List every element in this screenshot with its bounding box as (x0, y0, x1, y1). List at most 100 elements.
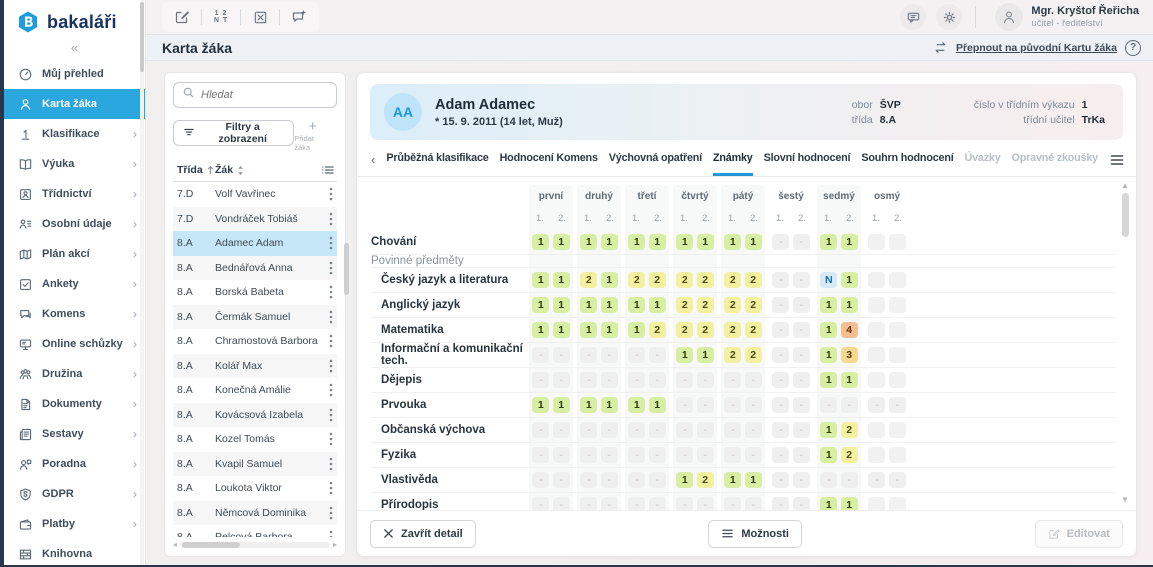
sidebar-item-sestavy[interactable]: Sestavy › (4, 419, 145, 449)
grade-cell[interactable]: - (676, 422, 694, 438)
grade-cell[interactable]: 2 (580, 272, 598, 288)
grade-cell[interactable]: - (792, 422, 810, 438)
grade-cell[interactable]: 2 (744, 297, 762, 313)
grade-cell[interactable]: - (532, 372, 550, 388)
grade-cell[interactable]: - (696, 497, 714, 510)
grade-cell[interactable] (868, 322, 886, 338)
sidebar-item-pl-n-akc-[interactable]: Plán akcí › (4, 239, 145, 269)
grade-cell[interactable]: 1 (840, 497, 858, 510)
grades-entry-icon[interactable]: 1 2N T (207, 5, 235, 29)
scroll-left-icon[interactable]: ◂ (173, 541, 177, 549)
student-row[interactable]: 7.D Volf Vavřinec (173, 182, 337, 207)
grade-cell[interactable]: 1 (600, 234, 618, 250)
grade-cell[interactable]: 1 (820, 297, 838, 313)
grade-cell[interactable]: - (676, 372, 694, 388)
search-input[interactable] (201, 89, 328, 101)
student-row[interactable]: 8.A Loukota Viktor (173, 476, 337, 501)
grade-cell[interactable]: 4 (840, 322, 858, 338)
sidebar-item-ankety[interactable]: Ankety › (4, 269, 145, 299)
grade-cell[interactable]: - (580, 422, 598, 438)
sidebar-item-platby[interactable]: Platby › (4, 509, 145, 539)
grade-cell[interactable]: - (724, 497, 742, 510)
grade-cell[interactable]: - (792, 372, 810, 388)
absence-icon[interactable] (246, 5, 274, 29)
grade-cell[interactable]: - (552, 447, 570, 463)
grade-cell[interactable]: - (868, 397, 886, 413)
grade-cell[interactable] (888, 372, 906, 388)
grade-cell[interactable]: - (628, 472, 646, 488)
grade-cell[interactable]: 2 (696, 472, 714, 488)
grade-cell[interactable]: 2 (676, 322, 694, 338)
sidebar-item-v-uka[interactable]: Výuka › (4, 149, 145, 179)
grade-cell[interactable]: - (840, 472, 858, 488)
grade-cell[interactable]: - (744, 497, 762, 510)
grade-cell[interactable]: - (696, 372, 714, 388)
grade-cell[interactable]: 1 (532, 272, 550, 288)
student-row[interactable]: 8.A Borská Babeta (173, 280, 337, 305)
grade-cell[interactable]: - (648, 372, 666, 388)
grade-cell[interactable]: 2 (724, 297, 742, 313)
grade-cell[interactable]: 1 (840, 272, 858, 288)
grade-cell[interactable]: 2 (724, 272, 742, 288)
grade-cell[interactable]: - (724, 422, 742, 438)
student-row[interactable]: 8.A Němcová Dominika (173, 500, 337, 525)
grade-cell[interactable]: 2 (744, 322, 762, 338)
grade-cell[interactable]: - (532, 447, 550, 463)
row-menu-icon[interactable] (326, 310, 336, 324)
grade-cell[interactable] (888, 497, 906, 510)
sidebar-item-t-dnictv-[interactable]: Třídnictví › (4, 179, 145, 209)
grade-cell[interactable]: - (696, 447, 714, 463)
sidebar-item-dru-ina[interactable]: Družina › (4, 359, 145, 389)
grade-cell[interactable]: 1 (676, 234, 694, 250)
grade-cell[interactable]: 1 (600, 322, 618, 338)
grade-cell[interactable]: 1 (600, 272, 618, 288)
grade-cell[interactable]: - (744, 422, 762, 438)
grade-cell[interactable] (888, 272, 906, 288)
tab-zn-mky[interactable]: Známky (712, 152, 753, 176)
column-class[interactable]: Třída (177, 164, 215, 176)
grade-cell[interactable]: - (744, 397, 762, 413)
grade-cell[interactable]: - (532, 422, 550, 438)
scroll-right-icon[interactable]: ▸ (333, 541, 337, 549)
tabs-overflow-menu-icon[interactable] (1110, 154, 1124, 175)
tab-v-chovn-opat-en-[interactable]: Výchovná opatření (609, 152, 702, 176)
grade-cell[interactable] (868, 347, 886, 363)
scroll-up-icon[interactable]: ▲ (1121, 181, 1129, 190)
grade-cell[interactable]: - (772, 322, 790, 338)
grade-cell[interactable]: 2 (744, 347, 762, 363)
grade-cell[interactable]: - (792, 397, 810, 413)
sidebar-item-karta-ka[interactable]: Karta žáka (0, 89, 145, 119)
grade-cell[interactable]: 1 (744, 234, 762, 250)
grade-cell[interactable]: N (820, 272, 838, 288)
grade-cell[interactable]: - (772, 472, 790, 488)
row-menu-icon[interactable] (326, 261, 336, 275)
sidebar-scrollbar[interactable] (140, 0, 144, 567)
grade-cell[interactable]: 1 (552, 297, 570, 313)
grade-cell[interactable]: - (600, 447, 618, 463)
help-icon[interactable]: ? (1125, 39, 1141, 56)
grade-cell[interactable]: 1 (840, 297, 858, 313)
grade-cell[interactable]: 3 (840, 347, 858, 363)
grade-cell[interactable]: 1 (628, 397, 646, 413)
grade-cell[interactable]: - (696, 397, 714, 413)
tab-pr-b-n-klasifikace[interactable]: Průběžná klasifikace (386, 152, 488, 176)
tab-slovn-hodnocen-[interactable]: Slovní hodnocení (764, 152, 851, 176)
grade-cell[interactable]: 1 (532, 397, 550, 413)
grade-cell[interactable]: 2 (744, 272, 762, 288)
student-list-hscrollbar[interactable]: ◂ ▸ (173, 540, 337, 550)
sidebar-collapse-button[interactable]: « (4, 38, 145, 59)
grade-cell[interactable]: - (628, 347, 646, 363)
grade-cell[interactable]: - (532, 472, 550, 488)
row-menu-icon[interactable] (326, 432, 336, 446)
grade-cell[interactable]: 1 (744, 472, 762, 488)
grade-cell[interactable]: 1 (552, 234, 570, 250)
tab-hodnocen-komens[interactable]: Hodnocení Komens (500, 152, 598, 176)
grade-cell[interactable]: - (580, 347, 598, 363)
grade-cell[interactable]: - (772, 347, 790, 363)
edit-button[interactable]: Editovat (1034, 519, 1123, 548)
scroll-down-icon[interactable]: ▼ (1121, 495, 1129, 504)
row-menu-icon[interactable] (326, 334, 336, 348)
grade-cell[interactable]: - (648, 497, 666, 510)
sidebar-item-gdpr[interactable]: GDPR › (4, 479, 145, 509)
tabs-scroll-left-icon[interactable]: ‹ (371, 152, 375, 176)
